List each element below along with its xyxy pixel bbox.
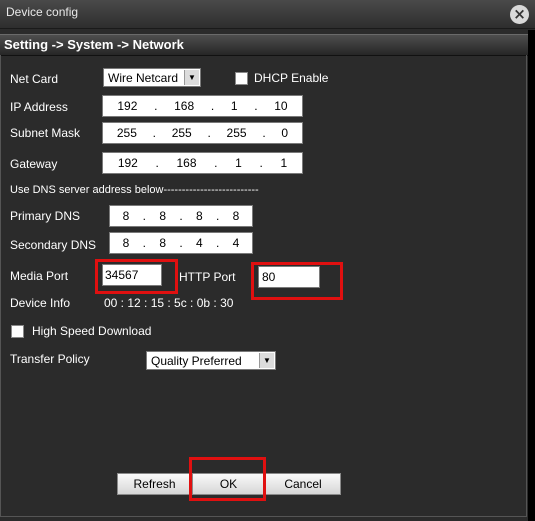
window-edge [528, 30, 535, 521]
secondary-dns-octet-3[interactable]: 4 [196, 236, 203, 250]
dhcp-checkbox[interactable] [235, 72, 248, 85]
ip-octet-3[interactable]: 1 [231, 99, 238, 113]
close-icon[interactable]: × [510, 5, 529, 24]
primary-dns-label: Primary DNS [10, 209, 81, 223]
title-bar: Device config × [0, 0, 535, 29]
secondary-dns-label: Secondary DNS [10, 238, 97, 252]
secondary-dns-octet-4[interactable]: 4 [233, 236, 240, 250]
secondary-dns-octet-1[interactable]: 8 [123, 236, 130, 250]
dhcp-label: DHCP Enable [254, 71, 329, 85]
transfer-policy-select[interactable]: Quality Preferred ▼ [146, 351, 276, 370]
media-port-field[interactable]: 34567 [102, 264, 162, 286]
ip-octet-4[interactable]: 10 [274, 99, 287, 113]
ip-octet-1[interactable]: 192 [117, 99, 137, 113]
media-port-label: Media Port [10, 269, 69, 283]
gateway-field[interactable]: 192. 168. 1. 1 [102, 152, 303, 174]
device-info-value: 00 : 12 : 15 : 5c : 0b : 30 [104, 296, 234, 310]
subnet-octet-4[interactable]: 0 [281, 126, 288, 140]
ip-address-field[interactable]: 192. 168. 1. 10 [102, 95, 303, 117]
cancel-button[interactable]: Cancel [265, 473, 341, 495]
ok-button-highlight [189, 457, 266, 501]
secondary-dns-octet-2[interactable]: 8 [159, 236, 166, 250]
window-title: Device config [6, 5, 79, 19]
refresh-button[interactable]: Refresh [117, 473, 192, 495]
primary-dns-octet-4[interactable]: 8 [233, 209, 240, 223]
primary-dns-field[interactable]: 8. 8. 8. 8 [109, 205, 253, 227]
gateway-octet-4[interactable]: 1 [280, 156, 287, 170]
gateway-octet-3[interactable]: 1 [235, 156, 242, 170]
breadcrumb-bar: Setting -> System -> Network [0, 34, 528, 56]
chevron-down-icon[interactable]: ▼ [184, 70, 199, 85]
chevron-down-icon[interactable]: ▼ [259, 353, 274, 368]
breadcrumb: Setting -> System -> Network [4, 37, 184, 52]
subnet-octet-2[interactable]: 255 [172, 126, 192, 140]
transfer-policy-label: Transfer Policy [10, 352, 90, 366]
http-port-field[interactable]: 80 [258, 266, 320, 288]
dns-heading: Use DNS server address below------------… [10, 184, 259, 196]
ip-address-label: IP Address [10, 100, 68, 114]
secondary-dns-field[interactable]: 8. 8. 4. 4 [109, 232, 253, 254]
subnet-octet-1[interactable]: 255 [117, 126, 137, 140]
net-card-value: Wire Netcard [108, 71, 179, 85]
ip-octet-2[interactable]: 168 [174, 99, 194, 113]
net-card-label: Net Card [10, 72, 59, 86]
device-info-label: Device Info [10, 296, 71, 310]
subnet-mask-label: Subnet Mask [10, 126, 81, 140]
high-speed-checkbox[interactable] [11, 325, 24, 338]
primary-dns-octet-1[interactable]: 8 [123, 209, 130, 223]
http-port-label: HTTP Port [179, 270, 236, 284]
primary-dns-octet-3[interactable]: 8 [196, 209, 203, 223]
subnet-octet-3[interactable]: 255 [227, 126, 247, 140]
subnet-mask-field[interactable]: 255. 255. 255. 0 [102, 122, 303, 144]
net-card-select[interactable]: Wire Netcard ▼ [103, 68, 201, 87]
gateway-octet-1[interactable]: 192 [118, 156, 138, 170]
high-speed-label: High Speed Download [32, 324, 152, 338]
transfer-policy-value: Quality Preferred [151, 354, 242, 368]
gateway-label: Gateway [10, 157, 58, 171]
gateway-octet-2[interactable]: 168 [176, 156, 196, 170]
primary-dns-octet-2[interactable]: 8 [159, 209, 166, 223]
